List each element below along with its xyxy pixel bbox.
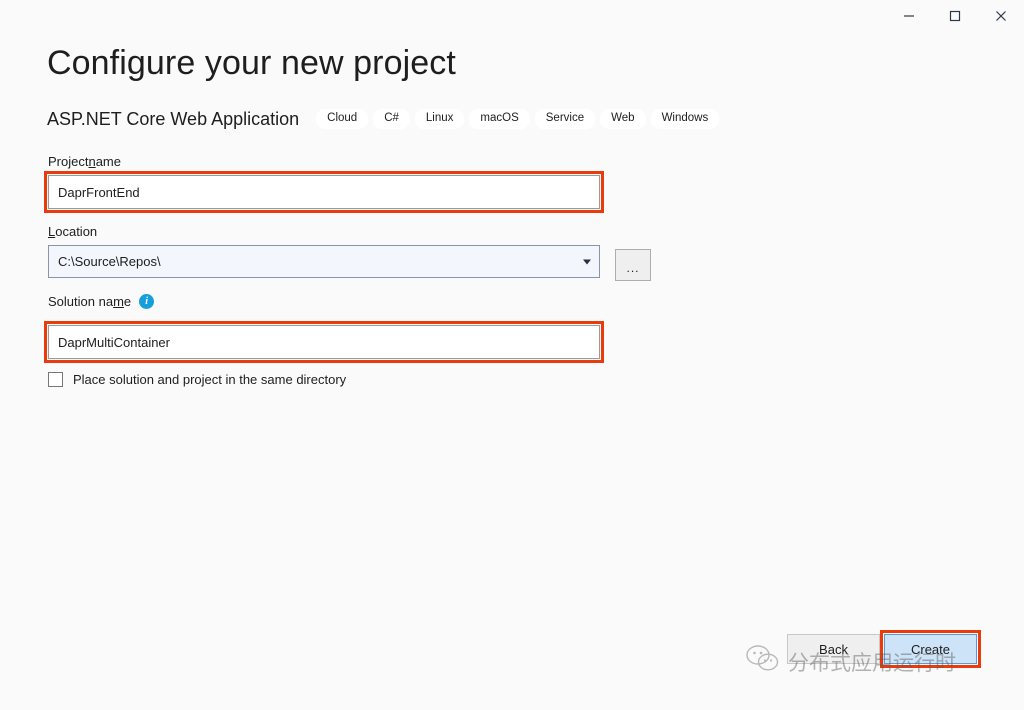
location-label: Location [48, 224, 98, 239]
template-tag-list: Cloud C# Linux macOS Service Web Windows [316, 108, 724, 130]
template-tag-windows: Windows [650, 108, 720, 130]
maximize-button[interactable] [932, 0, 978, 32]
configure-project-page: Configure your new project ASP.NET Core … [0, 32, 1024, 710]
location-accel: L [48, 224, 56, 239]
template-tag-web: Web [600, 108, 646, 130]
template-tag-csharp: C# [373, 108, 410, 130]
solution-name-accel: m [113, 294, 124, 309]
close-button[interactable] [978, 0, 1024, 32]
project-name-value: DaprFrontEnd [58, 184, 140, 200]
location-value: C:\Source\Repos\ [58, 254, 161, 269]
solution-name-value: DaprMultiContainer [58, 334, 170, 350]
template-summary-row: ASP.NET Core Web Application Cloud C# Li… [47, 106, 724, 132]
browse-button[interactable]: ... [615, 249, 651, 281]
template-tag-macos: macOS [469, 108, 530, 130]
project-name-label: Project n ame [48, 154, 121, 169]
same-directory-accel: d [296, 372, 304, 387]
minimize-button[interactable] [886, 0, 932, 32]
template-tag-cloud: Cloud [316, 108, 369, 130]
same-directory-checkbox-row[interactable]: Place solution and project in the same d… [48, 372, 346, 387]
same-directory-label: Place solution and project in the same d… [73, 372, 347, 387]
minimize-icon [903, 10, 915, 22]
maximize-icon [949, 10, 961, 22]
info-icon[interactable]: i [139, 294, 155, 309]
location-combobox[interactable]: C:\Source\Repos\ [48, 245, 600, 278]
chevron-down-icon[interactable] [583, 259, 591, 264]
solution-name-label: Solution na m e i [48, 294, 155, 309]
page-title: Configure your new project [47, 44, 456, 82]
project-name-input[interactable]: DaprFrontEnd [48, 175, 600, 209]
template-name: ASP.NET Core Web Application [47, 108, 300, 129]
create-button[interactable]: Create [884, 634, 977, 664]
close-icon [995, 10, 1007, 22]
project-name-accel: n [88, 154, 96, 169]
back-button[interactable]: Back [787, 634, 880, 664]
template-tag-service: Service [534, 108, 596, 130]
solution-name-input[interactable]: DaprMultiContainer [48, 325, 600, 359]
same-directory-checkbox[interactable] [48, 372, 63, 387]
window-title-bar [0, 0, 1024, 32]
template-tag-linux: Linux [414, 108, 465, 130]
